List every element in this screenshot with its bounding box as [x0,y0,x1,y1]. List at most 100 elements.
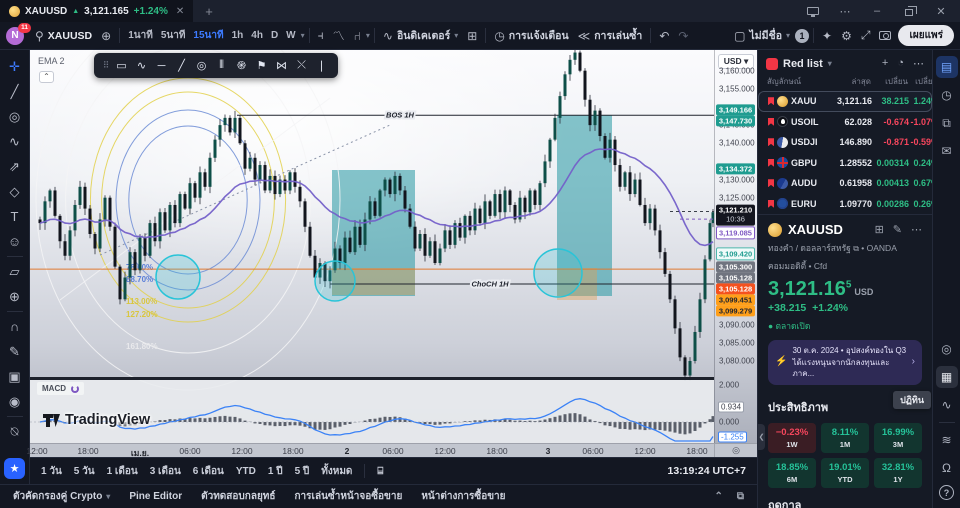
rectangle-tool-icon[interactable]: ▭ [112,59,131,72]
range-1วัน[interactable]: 1 วัน [41,464,62,479]
fib-spiral-tool-icon[interactable]: ֍ [232,58,251,73]
clock-utc[interactable]: 13:19:24 UTC+7 [668,465,747,477]
chart-style-chevron-icon[interactable]: ▾ [366,31,370,40]
alerts-clock-icon[interactable]: ◷ [936,84,958,106]
notifications-bell-icon[interactable]: Ω [936,457,958,479]
fib-circles-tool-icon[interactable]: ◎ [3,104,27,129]
watchlist-refresh-icon[interactable]: ◔ [897,57,904,70]
footer-tab-1[interactable]: Pine Editor [129,491,182,502]
indicator-templates-button[interactable]: ⊞ [463,27,481,45]
go-to-date-icon[interactable]: ⌸ [377,466,383,477]
calendar-icon[interactable]: ▦ [935,366,958,388]
emoji-tool-icon[interactable]: ☺ [3,229,27,254]
external-link-icon[interactable]: ⧉ [853,244,859,253]
wave-pattern-tool-icon[interactable]: ∿ [3,129,27,154]
object-tree-icon[interactable]: ⧉ [936,112,958,134]
chat-icon[interactable]: ✉ [936,140,958,162]
settings-gear-button[interactable]: ⚙ [837,27,856,45]
watchlist-row-USDJI[interactable]: USDJI 146.890 -0.871-0.59% [758,132,932,153]
chart-style-candles-button[interactable]: ⫞ [314,26,328,45]
help-icon[interactable]: ? [939,485,954,500]
perf-tile-YTD[interactable]: 19.01% YTD [821,457,869,488]
hide-drawings-eye-icon[interactable]: ◉ [3,389,27,414]
indicators-button[interactable]: ∿ อินดิเคเตอร์ ▾ [379,25,462,46]
timeframe-5นาที[interactable]: 5นาที [157,26,190,45]
draw-tool-icon[interactable]: ✎ [3,339,27,364]
watchlist-column-header[interactable]: สัญลักษณ์ [767,75,827,88]
streams-icon[interactable]: ≋ [936,429,958,451]
delete-drawings-trash-icon[interactable]: ⍉ [3,419,27,444]
symbol-search[interactable]: ⚲ XAUUSD [31,27,96,45]
magnet-tool-icon[interactable]: ∩ [3,314,27,339]
favorites-star-icon[interactable]: ★ [4,458,25,479]
panel-collapse-handle[interactable]: ❮ [758,424,765,450]
lock-tool-icon[interactable]: ▣ [3,364,27,389]
watchlist-icon[interactable]: ▤ [935,56,958,78]
drag-handle-icon[interactable]: ⠿ [101,60,111,71]
maximize-panel-icon[interactable]: ⧉ [737,491,744,502]
fullscreen-button[interactable]: ⤢ [857,26,875,45]
range-3เดือน[interactable]: 3 เดือน [150,464,181,479]
timeframe-chevron-icon[interactable]: ▾ [301,31,305,40]
vertical-line-tool-icon[interactable]: ❘ [312,59,331,72]
macd-pane-label[interactable]: MACD [37,382,84,395]
add-symbol-icon[interactable]: + [882,57,888,70]
trend-line-tool-icon[interactable]: ╱ [3,79,27,104]
hotlists-target-icon[interactable]: ◎ [936,338,958,360]
watchlist-header[interactable]: Red list ▾ + ◔ ⋯ [758,50,932,74]
footer-tab-0[interactable]: ตัวคัดกรองคู่ Crypto ▾ [13,489,110,504]
perf-tile-3M[interactable]: 16.99% 3M [874,422,922,453]
ruler-tool-icon[interactable]: ▱ [3,259,27,284]
watchlist-row-GBPU[interactable]: GBPU 1.28552 0.00314 0.24% [758,153,932,174]
fib-levels-tool-icon[interactable]: ⫴ [212,59,231,72]
watchlist-column-header[interactable]: เปลี่ยน [908,75,932,88]
collapse-indicator-button[interactable]: ⌃ [39,71,54,83]
range-6เดือน[interactable]: 6 เดือน [193,464,224,479]
timeframe-15นาที[interactable]: 15นาที [189,26,227,45]
layout-button[interactable]: ▢ ไม่มีชื่อ ▾ [730,25,794,46]
axis-settings-target-icon[interactable]: ◎ [714,443,757,457]
perf-tile-1Y[interactable]: 32.81% 1Y [874,457,922,488]
watchlist-menu-icon[interactable]: ⋯ [913,57,924,70]
timeframe-4h[interactable]: 4h [247,28,267,43]
timeframe-W[interactable]: W [282,28,299,43]
window-menu-icon[interactable]: ⋯ [830,0,860,22]
watchlist-row-USOIL[interactable]: USOIL 62.028 -0.674-1.07% [758,112,932,133]
timeframe-D[interactable]: D [267,28,282,43]
pattern-b-tool-icon[interactable]: ⤬ [292,59,311,72]
forecast-tool-icon[interactable]: ⇗ [3,154,27,179]
perf-tile-1W[interactable]: −0.23% 1W [768,422,816,453]
footer-tab-4[interactable]: หน้าต่างการซื้อขาย [421,489,505,504]
flag-icon[interactable] [768,97,774,106]
cloud-save-count-badge[interactable]: 1 [795,28,810,43]
new-tab-button[interactable]: + [193,4,225,19]
price-axis[interactable]: USD ▾ 3,160.0003,155.0003,145.0003,140.0… [714,50,757,443]
circle-tool-icon[interactable]: ◎ [192,59,211,72]
shapes-tool-icon[interactable]: ◇ [3,179,27,204]
replay-button[interactable]: ≪ การเล่นซ้ำ [574,25,647,46]
crosshair-tool-icon[interactable]: ✛ [3,54,27,79]
redo-button[interactable]: ↷ [674,27,692,45]
symbol-menu-icon[interactable]: ⋯ [911,223,922,236]
ema-indicator-label[interactable]: EMA 2 [38,56,65,66]
trend-line-tool-icon[interactable]: ╱ [172,59,191,72]
compare-symbol-button[interactable]: ⊕ [97,27,115,45]
zoom-tool-icon[interactable]: ⊕ [3,284,27,309]
restore-button[interactable] [894,0,924,22]
footer-tab-2[interactable]: ตัวทดสอบกลยุทธ์ [201,489,275,504]
flag-icon[interactable] [768,199,774,208]
timeframe-1h[interactable]: 1h [228,28,248,43]
edit-note-icon[interactable]: ✎ [893,223,902,236]
technicals-curve-icon[interactable]: ∿ [936,394,958,416]
flag-icon[interactable] [768,117,774,126]
polyline-tool-icon[interactable]: ∿ [132,59,151,72]
footer-tab-3[interactable]: การเล่นซ้ำหน้าจอซื้อขาย [295,489,403,504]
watchlist-column-header[interactable]: ล่าสุด [827,75,871,88]
user-avatar[interactable]: N 11 [6,22,31,45]
quick-search-button[interactable]: ✦ [818,27,836,45]
chart-style-line-button[interactable]: 〽 [329,25,349,46]
main-chart[interactable]: 78.60%88.70%113.00%127.20%161.80%BOS 1HC… [30,50,714,443]
pattern-a-tool-icon[interactable]: ⋈ [272,59,291,72]
alerts-button[interactable]: ◷ การแจ้งเตือน [490,25,572,46]
tab-close-icon[interactable]: ✕ [176,6,184,17]
